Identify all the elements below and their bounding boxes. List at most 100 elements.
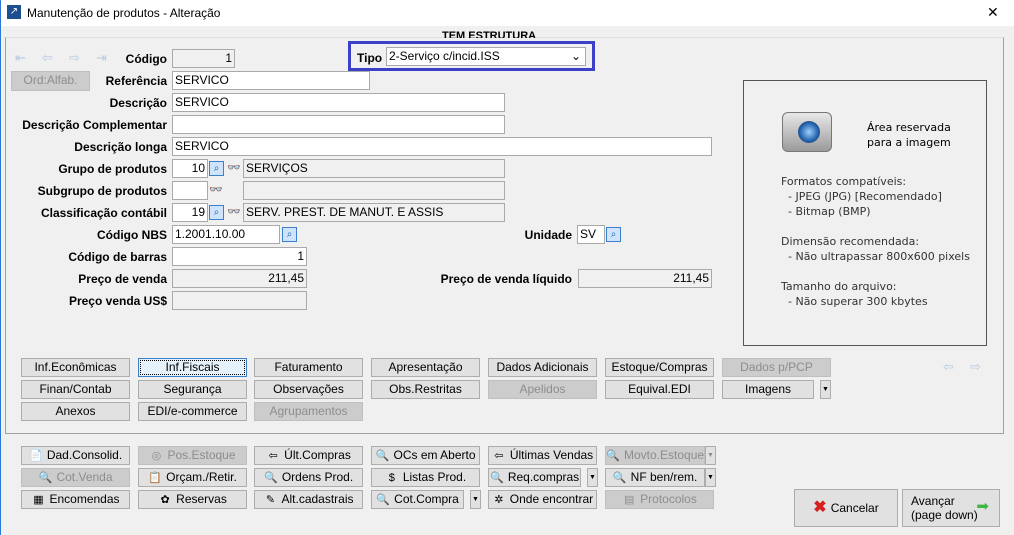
- grupo-desc: SERVIÇOS: [243, 159, 505, 178]
- tab-button[interactable]: Apelidos: [488, 380, 597, 399]
- action-dropdown[interactable]: ▼: [705, 468, 716, 487]
- descricao-longa-field[interactable]: SERVICO: [172, 137, 712, 156]
- subgrupo-desc: [243, 181, 505, 200]
- prev-record-icon[interactable]: ⇦: [42, 50, 53, 66]
- tabs-next-icon[interactable]: ⇨: [970, 359, 981, 375]
- subgrupo-field[interactable]: [172, 181, 208, 200]
- action-button[interactable]: ⇦ Últ.Compras: [254, 446, 363, 465]
- action-label: Listas Prod.: [402, 470, 467, 484]
- binoculars-icon[interactable]: 👓: [227, 205, 241, 218]
- action-button[interactable]: 🔍 Req.compras: [488, 468, 581, 487]
- tab-button[interactable]: Faturamento: [254, 358, 363, 377]
- cancel-button[interactable]: ✖ Cancelar: [794, 489, 898, 527]
- app-icon: ↗: [7, 5, 21, 19]
- descricao-complementar-field[interactable]: [172, 115, 505, 134]
- next-label: Avançar: [911, 494, 955, 508]
- classificacao-field[interactable]: 19: [172, 203, 208, 222]
- ord-alfab-button[interactable]: Ord:Alfab.: [11, 71, 90, 91]
- tab-button[interactable]: Observações: [254, 380, 363, 399]
- tab-button[interactable]: Segurança: [138, 380, 247, 399]
- tab-button[interactable]: Inf.Econômicas: [21, 358, 130, 377]
- action-label: Dad.Consolid.: [46, 448, 123, 462]
- tab-button[interactable]: Dados Adicionais: [488, 358, 597, 377]
- tab-button[interactable]: Estoque/Compras: [605, 358, 714, 377]
- action-icon: 📋: [148, 472, 162, 484]
- tab-button[interactable]: Inf.Fiscais: [138, 358, 247, 377]
- action-icon: $: [388, 472, 395, 484]
- preco-us-label: Preço venda US$: [68, 294, 167, 308]
- next-record-icon[interactable]: ⇨: [69, 50, 80, 66]
- action-label: Movto.Estoque: [624, 448, 705, 462]
- descricao-label: Descrição: [109, 96, 167, 110]
- descricao-field[interactable]: SERVICO: [172, 93, 505, 112]
- action-button[interactable]: 📋 Orçam./Retir.: [138, 468, 247, 487]
- tab-button[interactable]: Anexos: [21, 402, 130, 421]
- action-button[interactable]: ✿ Reservas: [138, 490, 247, 509]
- close-button[interactable]: ✕: [987, 4, 999, 21]
- nbs-label: Código NBS: [97, 228, 167, 242]
- action-label: Protocolos: [640, 492, 697, 506]
- binoculars-icon[interactable]: 👓: [209, 183, 223, 196]
- tipo-label: Tipo: [357, 51, 383, 65]
- classificacao-label: Classificação contábil: [40, 206, 167, 220]
- barras-field[interactable]: 1: [172, 247, 307, 266]
- preco-venda-field: 211,45: [172, 269, 307, 288]
- next-sublabel: (page down): [911, 508, 978, 522]
- action-button[interactable]: $ Listas Prod.: [371, 468, 480, 487]
- action-button[interactable]: ◎ Pos.Estoque: [138, 446, 247, 465]
- action-label: Ordens Prod.: [281, 470, 354, 484]
- last-record-icon[interactable]: ⇥: [96, 50, 107, 66]
- image-formats-text: Formatos compatíveis: - JPEG (JPG) [Reco…: [781, 175, 942, 218]
- tipo-select[interactable]: 2-Serviço c/incid.ISS ⌄: [386, 47, 586, 66]
- nbs-lookup-icon[interactable]: ⌕: [282, 227, 297, 242]
- action-button[interactable]: 🔍 Movto.Estoque: [605, 446, 705, 465]
- action-dropdown[interactable]: ▼: [470, 490, 481, 509]
- action-icon: 🔍: [376, 494, 390, 506]
- action-button[interactable]: 🔍 OCs em Aberto: [371, 446, 480, 465]
- camera-icon: [782, 112, 832, 152]
- action-button[interactable]: ▦ Encomendas: [21, 490, 130, 509]
- unidade-lookup-icon[interactable]: ⌕: [606, 227, 621, 242]
- tab-button[interactable]: Equival.EDI: [605, 380, 714, 399]
- action-icon: ⇦: [494, 450, 504, 462]
- codigo-field[interactable]: 1: [172, 49, 235, 68]
- imagens-dropdown[interactable]: ▼: [820, 380, 831, 399]
- action-button[interactable]: ✎ Alt.cadastrais: [254, 490, 363, 509]
- tab-button[interactable]: Agrupamentos: [254, 402, 363, 421]
- chevron-down-icon: ⌄: [570, 49, 581, 63]
- action-icon: ⇦: [268, 450, 278, 462]
- tab-button[interactable]: Obs.Restritas: [371, 380, 480, 399]
- action-button[interactable]: ⇦ Últimas Vendas: [488, 446, 597, 465]
- action-dropdown[interactable]: ▼: [705, 446, 716, 465]
- binoculars-icon[interactable]: 👓: [227, 161, 241, 174]
- tab-button[interactable]: Imagens: [722, 380, 814, 399]
- tabs-prev-icon[interactable]: ⇦: [943, 359, 954, 375]
- action-button[interactable]: 🔍 NF ben/rem.: [605, 468, 705, 487]
- action-button[interactable]: 🔍 Cot.Venda: [21, 468, 130, 487]
- arrow-right-icon: ➡: [976, 498, 989, 515]
- first-record-icon[interactable]: ⇤: [15, 50, 26, 66]
- unidade-field[interactable]: SV: [577, 225, 605, 244]
- action-label: Últ.Compras: [284, 448, 351, 462]
- next-button[interactable]: Avançar (page down) ➡: [902, 489, 1000, 527]
- structure-banner: TEM ESTRUTURA: [442, 30, 537, 38]
- classificacao-lookup-icon[interactable]: ⌕: [209, 205, 224, 220]
- action-dropdown[interactable]: ▼: [587, 468, 598, 487]
- action-button[interactable]: 🔍 Ordens Prod.: [254, 468, 363, 487]
- referencia-field[interactable]: SERVICO: [172, 71, 370, 90]
- tab-button[interactable]: EDI/e-commerce: [138, 402, 247, 421]
- action-button[interactable]: ▤ Protocolos: [605, 490, 714, 509]
- tab-button[interactable]: Apresentação: [371, 358, 480, 377]
- action-button[interactable]: ✲ Onde encontrar: [488, 490, 597, 509]
- action-button[interactable]: 📄 Dad.Consolid.: [21, 446, 130, 465]
- action-label: Orçam./Retir.: [166, 470, 237, 484]
- preco-venda-label: Preço de venda: [78, 272, 167, 286]
- grupo-field[interactable]: 10: [172, 159, 208, 178]
- tab-button[interactable]: Dados p/PCP: [722, 358, 831, 377]
- subgrupo-label: Subgrupo de produtos: [37, 184, 167, 198]
- nbs-field[interactable]: 1.2001.10.00: [172, 225, 280, 244]
- descricao-complementar-label: Descrição Complementar: [22, 118, 167, 132]
- action-button[interactable]: 🔍 Cot.Compra: [371, 490, 464, 509]
- tab-button[interactable]: Finan/Contab: [21, 380, 130, 399]
- grupo-lookup-icon[interactable]: ⌕: [209, 161, 224, 176]
